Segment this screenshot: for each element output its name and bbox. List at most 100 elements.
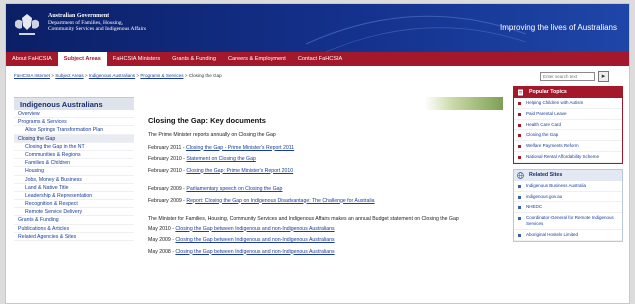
- arrow-right-icon: ▸: [601, 73, 606, 80]
- main-nav: About FaHCSIA Subject Areas FaHCSIA Minist…: [6, 52, 629, 66]
- bullet-icon: [518, 195, 521, 199]
- report-row: February 2010 - Statement on Closing the…: [148, 156, 503, 163]
- search-input[interactable]: [540, 72, 595, 81]
- report-row: May 2010 - Closing the Gap between Indig…: [148, 226, 503, 233]
- related-item[interactable]: NHEDC: [514, 202, 622, 214]
- nav-item[interactable]: About FaHCSIA: [6, 52, 58, 66]
- report-link[interactable]: Closing the Gap between Indigenous and n…: [175, 237, 334, 243]
- popular-topics-box: Popular Topics Helping Children with Aut…: [513, 86, 623, 164]
- sidebar-item[interactable]: Jobs, Money & Business: [14, 176, 134, 184]
- intro-text: The Prime Minister reports annually on C…: [148, 132, 276, 138]
- sidebar-item[interactable]: Families & Children: [14, 159, 134, 168]
- page: Australian Government Department of Fami…: [5, 3, 630, 304]
- sidebar-item[interactable]: Related Agencies & Sites: [14, 233, 134, 241]
- related-item-label: Indigenous Business Australia: [526, 182, 587, 188]
- related-sites-list: Indigenous Business Australia indigenous.…: [514, 181, 622, 241]
- main-content: Closing the Gap: Key documents The Prime…: [148, 116, 503, 260]
- report-date: February 2011 -: [148, 144, 186, 151]
- report-date: May 2010 -: [148, 225, 176, 232]
- sidebar-item[interactable]: Overview: [14, 110, 134, 119]
- report-row: February 2009 - Report: Closing the Gap …: [148, 198, 503, 205]
- popular-item-label: Closing the Gap: [526, 132, 559, 138]
- report-link[interactable]: Closing the Gap - Prime Minister's Repor…: [186, 145, 294, 151]
- report-list-2: February 2009 - Parliamentary speech on …: [148, 186, 503, 204]
- content-banner-image: [148, 97, 503, 110]
- nav-item[interactable]: FaHCSIA Ministers: [107, 52, 166, 66]
- breadcrumb-current: Closing the Gap: [188, 73, 222, 78]
- popular-item[interactable]: Paid Parental Leave: [514, 109, 622, 120]
- search-button[interactable]: ▸: [598, 71, 609, 82]
- bullet-icon: [518, 155, 521, 159]
- report-list-1: February 2011 - Closing the Gap - Prime …: [148, 145, 503, 175]
- gov-line-3: Community Services and Indigenous Affair…: [48, 26, 146, 32]
- report-date: May 2009 -: [148, 237, 176, 243]
- nav-item[interactable]: Careers & Employment: [222, 52, 292, 66]
- breadcrumb: FaHCSIA Internet > Subject Areas > Indig…: [14, 73, 222, 78]
- popular-item[interactable]: Helping Children with Autism: [514, 98, 622, 109]
- related-item-label: Aboriginal Hostels Limited: [526, 231, 579, 237]
- bullet-icon: [518, 184, 521, 188]
- sidebar-item[interactable]: Programs & Services: [14, 118, 134, 127]
- popular-item[interactable]: National Rental Affordability Scheme: [514, 152, 622, 163]
- sidebar-item[interactable]: Publications & Articles: [14, 225, 134, 233]
- related-item[interactable]: Aboriginal Hostels Limited: [514, 230, 622, 241]
- related-item-label: Coordinator-General for Remote Indigenou…: [526, 215, 614, 226]
- sidebar-item[interactable]: Grants & Funding: [14, 216, 134, 225]
- related-item-label: indigenous.gov.au: [526, 193, 563, 199]
- report-list-3: May 2010 - Closing the Gap between Indig…: [148, 226, 503, 256]
- document-icon: [518, 89, 523, 96]
- related-sites-label: Related Sites: [529, 171, 563, 178]
- sidebar-item[interactable]: Housing: [14, 167, 134, 176]
- report-link[interactable]: Closing the Gap: Prime Minister's Report…: [186, 168, 293, 174]
- related-sites-title: Related Sites: [514, 169, 622, 181]
- popular-item-label: Welfare Payments Reform: [526, 143, 579, 149]
- report-date: February 2009 -: [148, 186, 187, 192]
- sidebar-item[interactable]: Alice Springs Transformation Plan: [14, 126, 134, 135]
- sidebar-item[interactable]: Communities & Regions: [14, 151, 134, 160]
- related-item[interactable]: Coordinator-General for Remote Indigenou…: [514, 213, 622, 230]
- related-item-label: NHEDC: [526, 204, 543, 210]
- breadcrumb-link[interactable]: FaHCSIA Internet: [14, 73, 50, 78]
- sidebar-item[interactable]: Recognition & Respect: [14, 200, 134, 209]
- bullet-icon: [518, 123, 521, 127]
- page-title: Closing the Gap: Key documents: [148, 116, 266, 125]
- sidebar-item[interactable]: Remote Service Delivery: [14, 208, 134, 217]
- bullet-icon: [518, 112, 521, 116]
- related-sites-box: Related Sites Indigenous Business Austra…: [513, 168, 623, 242]
- nav-item[interactable]: Contact FaHCSIA: [292, 52, 348, 66]
- report-link[interactable]: Closing the Gap between Indigenous and n…: [175, 249, 334, 255]
- bullet-icon: [518, 145, 521, 149]
- report-link[interactable]: Closing the Gap between Indigenous and n…: [175, 226, 334, 232]
- sidebar-list: Overview Programs & Services Alice Springs…: [14, 110, 134, 241]
- report-link[interactable]: Parliamentary speech on Closing the Gap: [186, 186, 282, 192]
- popular-item[interactable]: Welfare Payments Reform: [514, 141, 622, 152]
- nav-item[interactable]: Grants & Funding: [166, 52, 222, 66]
- sidebar-item[interactable]: Closing the Gap: [14, 134, 134, 143]
- report-link[interactable]: Report: Closing the Gap on Indigenous Di…: [186, 198, 374, 204]
- popular-item-label: Paid Parental Leave: [526, 110, 567, 116]
- popular-item[interactable]: Health Care Card: [514, 120, 622, 131]
- sidebar-item[interactable]: Closing the Gap in the NT: [14, 143, 134, 151]
- popular-item-label: Health Care Card: [526, 121, 562, 127]
- globe-icon: [517, 171, 524, 179]
- nav-item[interactable]: Subject Areas: [57, 52, 107, 66]
- breadcrumb-link[interactable]: Subject Areas: [55, 73, 83, 78]
- report-row: February 2009 - Parliamentary speech on …: [148, 186, 503, 193]
- site-header: Australian Government Department of Fami…: [6, 4, 629, 52]
- sidebar-item[interactable]: Leadership & Representation: [14, 192, 134, 201]
- related-item[interactable]: indigenous.gov.au: [514, 192, 622, 203]
- popular-item[interactable]: Closing the Gap: [514, 130, 622, 142]
- sidebar-title: Indigenous Australians: [14, 97, 134, 110]
- popular-item-label: Helping Children with Autism: [526, 100, 584, 105]
- breadcrumb-link[interactable]: Programs & Services: [140, 73, 183, 78]
- bullet-icon: [518, 217, 521, 221]
- breadcrumb-link[interactable]: Indigenous Australians: [89, 73, 135, 78]
- sidebar: Indigenous Australians Overview Programs …: [14, 97, 134, 303]
- report-link[interactable]: Statement on Closing the Gap: [186, 156, 256, 162]
- report-row: February 2011 - Closing the Gap - Prime …: [148, 145, 503, 152]
- related-item[interactable]: Indigenous Business Australia: [514, 181, 622, 192]
- sidebar-item[interactable]: Land & Native Title: [14, 184, 134, 192]
- tagline: Improving the lives of Australians: [500, 23, 617, 32]
- popular-topics-list: Helping Children with Autism Paid Parenta…: [514, 98, 622, 163]
- bullet-icon: [518, 102, 521, 105]
